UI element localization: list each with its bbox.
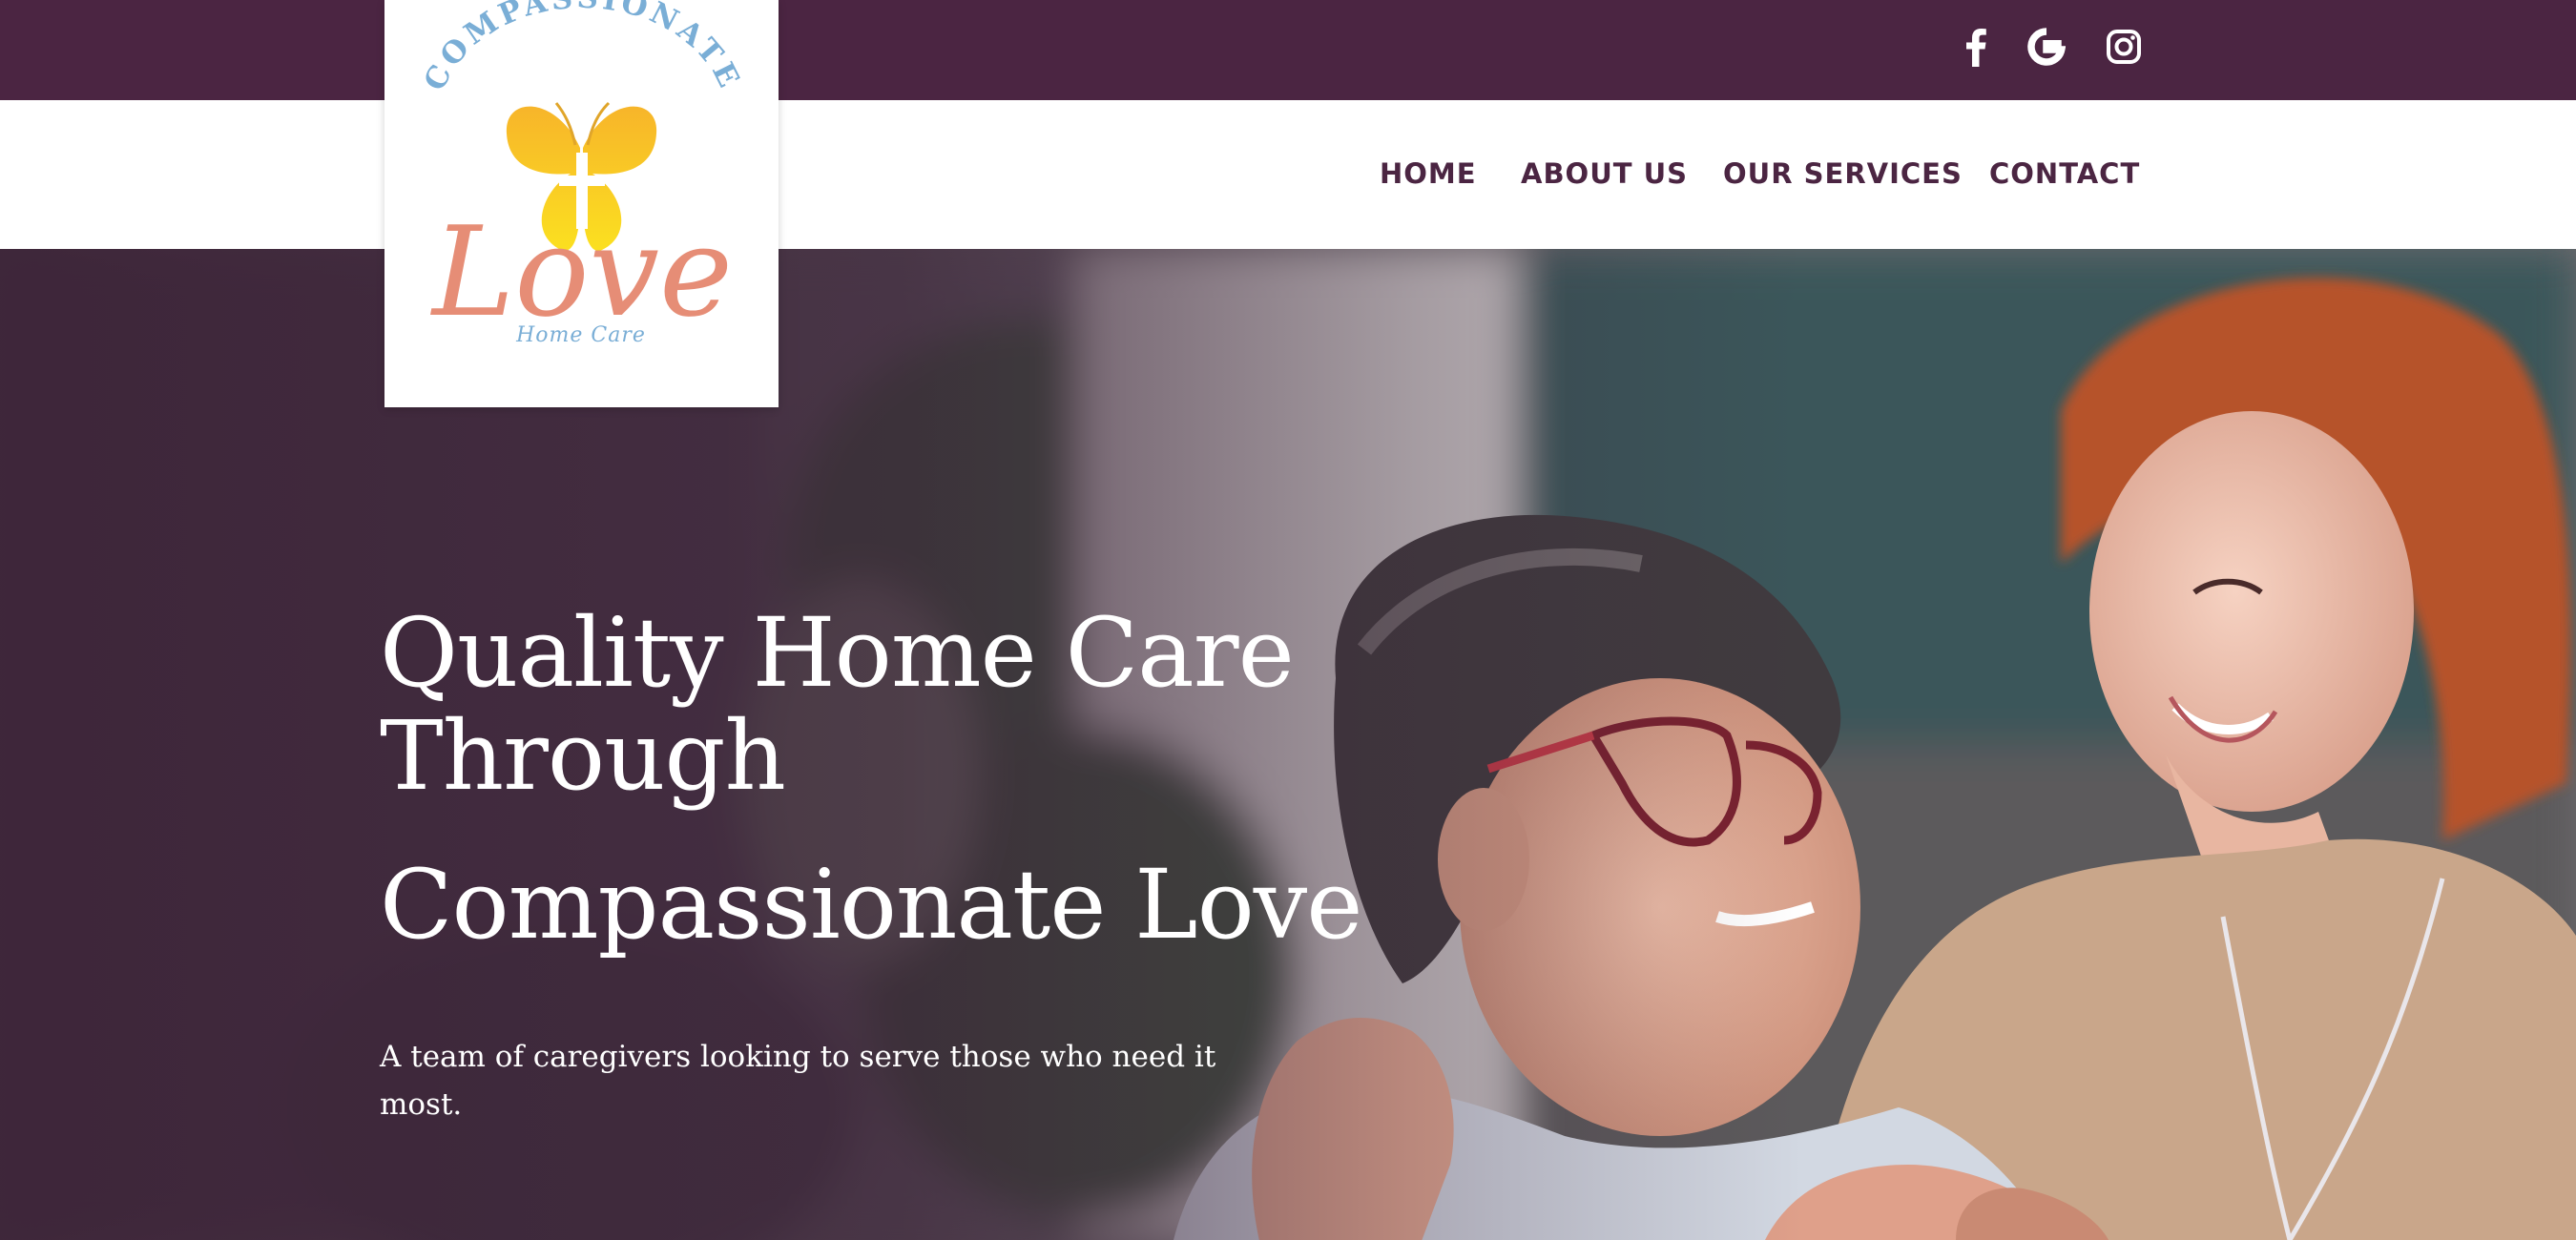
google-link[interactable] <box>2023 23 2070 71</box>
facebook-icon <box>1964 27 1987 67</box>
logo-tagline: Home Care <box>515 323 646 347</box>
nav-our-services[interactable]: OUR SERVICES <box>1723 153 1963 195</box>
logo-arc-text: COMPASSIONATE <box>418 0 748 96</box>
google-icon <box>2027 28 2066 66</box>
nav-about-us[interactable]: ABOUT US <box>1521 153 1688 195</box>
hero-title-line-3: Compassionate Love <box>380 849 1362 961</box>
facebook-link[interactable] <box>1952 23 2000 71</box>
hero-title-line-1: Quality Home Care <box>380 597 1295 709</box>
instagram-link[interactable] <box>2100 23 2148 71</box>
hero-title-line-2: Through <box>380 700 786 812</box>
nav-home[interactable]: HOME <box>1380 153 1477 195</box>
hero-subtitle: A team of caregivers looking to serve th… <box>380 1040 1216 1122</box>
site-logo[interactable]: COMPASSIONATE Love Home Care <box>384 0 779 407</box>
nav-contact[interactable]: CONTACT <box>1989 153 2140 195</box>
logo-graphic: COMPASSIONATE Love Home Care <box>418 0 748 347</box>
instagram-icon <box>2106 29 2142 65</box>
hero-title: Quality Home Care Through Compassionate … <box>380 602 1429 957</box>
